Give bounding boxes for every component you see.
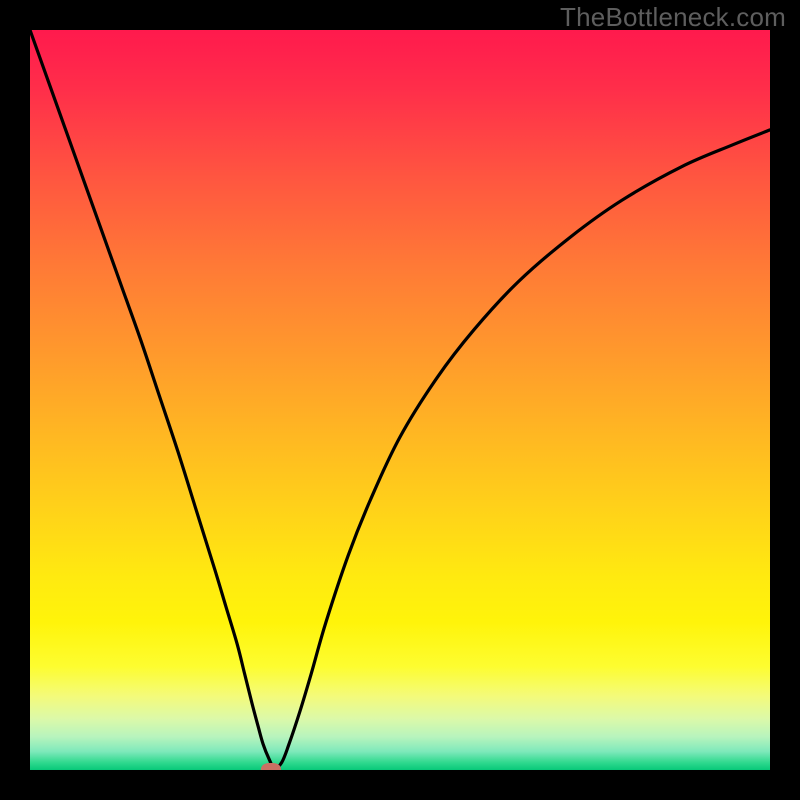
- watermark-text: TheBottleneck.com: [560, 2, 786, 33]
- plot-area: [30, 30, 770, 770]
- chart-frame: TheBottleneck.com: [0, 0, 800, 800]
- bottleneck-curve: [30, 30, 770, 770]
- optimal-point-marker: [261, 763, 281, 770]
